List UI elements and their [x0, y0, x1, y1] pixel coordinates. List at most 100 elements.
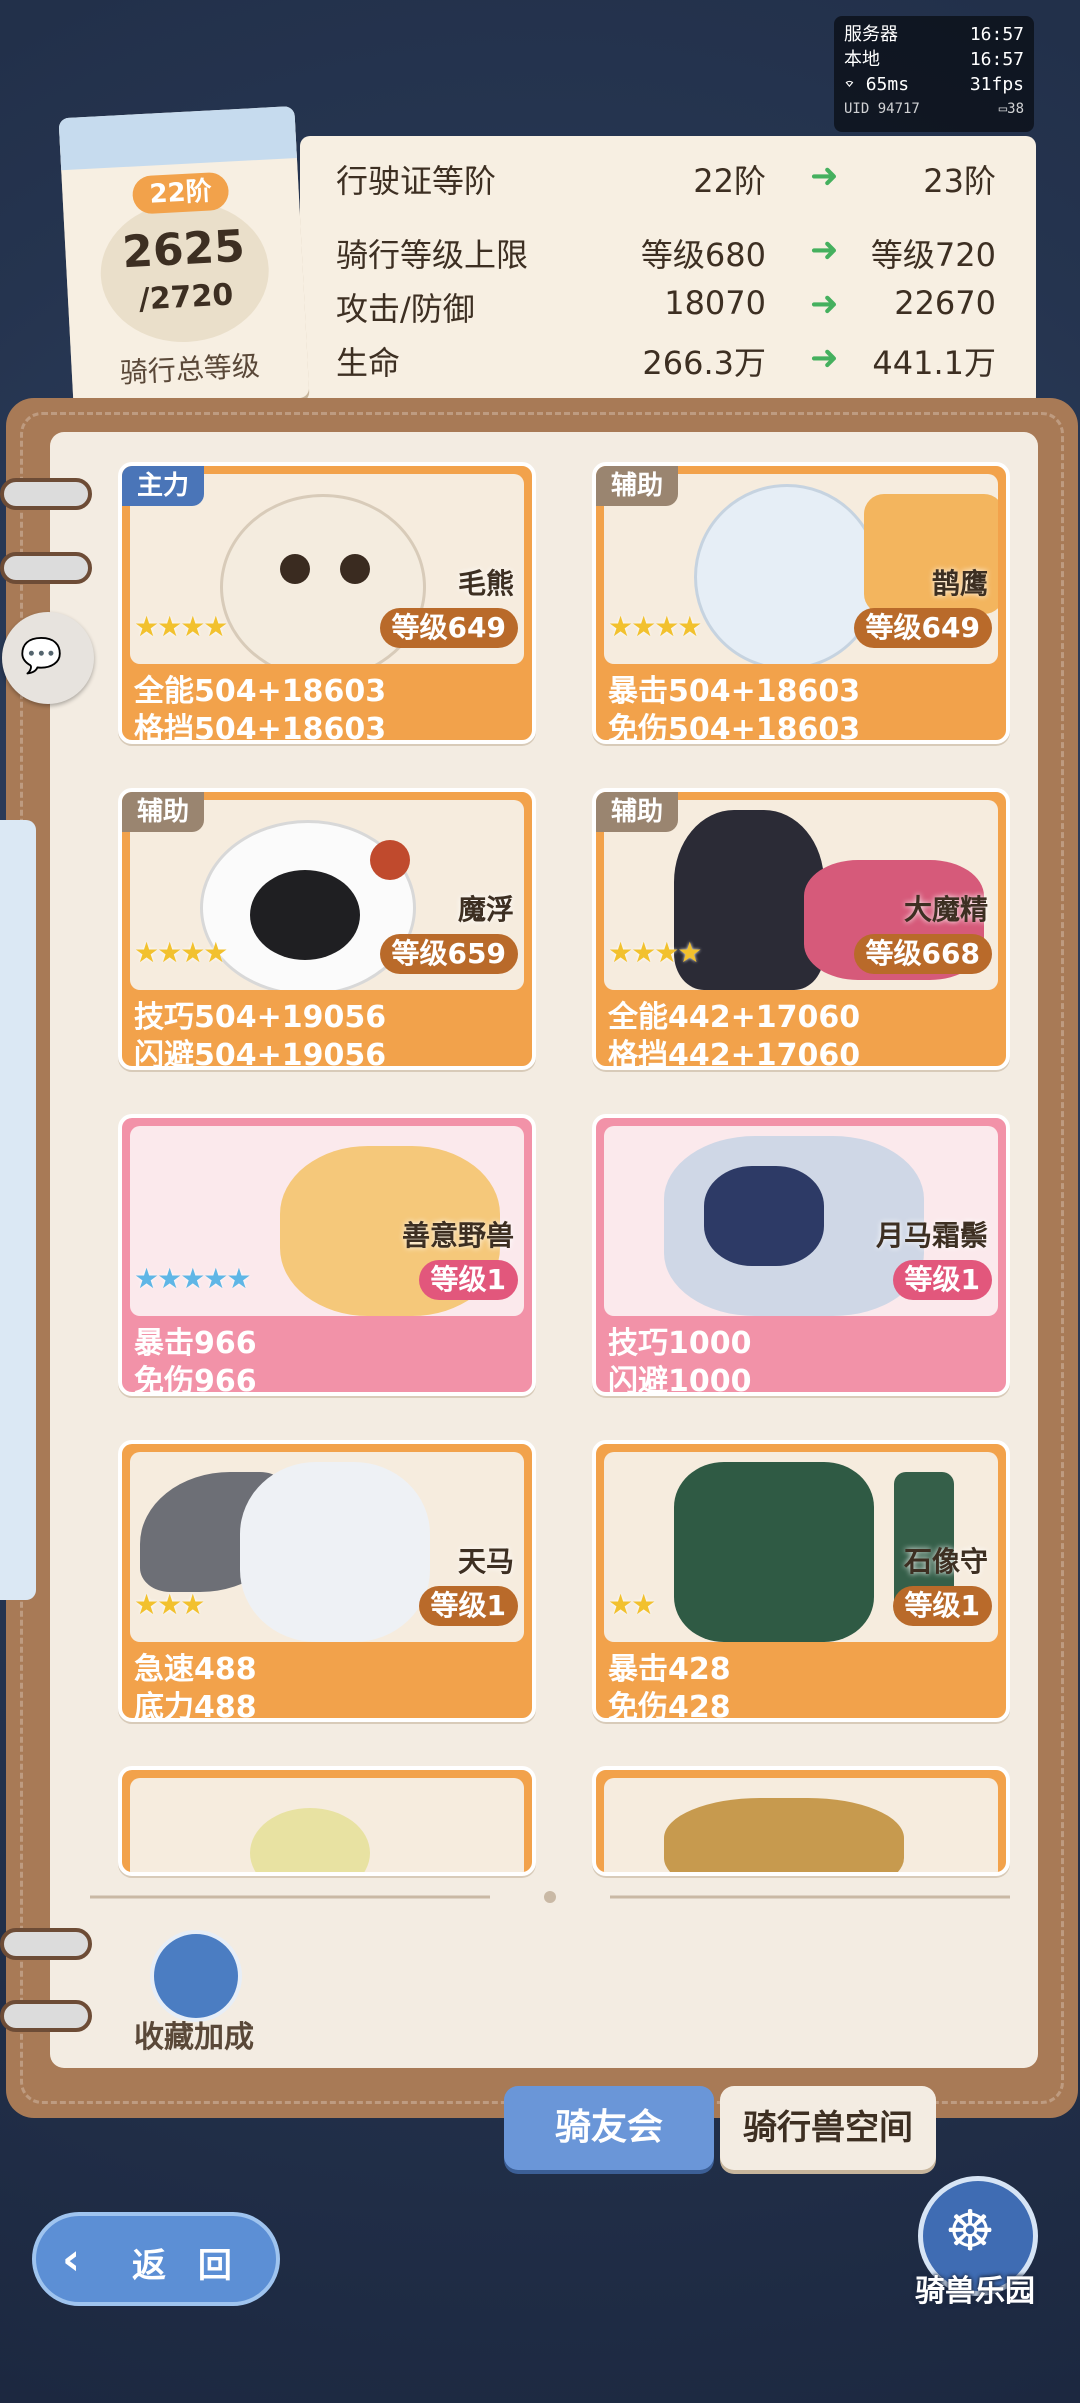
mount-art: [604, 1778, 998, 1872]
star-rating: ★★★★: [134, 936, 228, 969]
arrow-right-icon: ➜: [810, 230, 839, 270]
mount-card[interactable]: 辅助 魔浮 ★★★★ 等级659 技巧504+19056 闪避504+19056: [118, 788, 536, 1070]
back-button[interactable]: ‹ 返 回: [32, 2212, 280, 2306]
role-tag-main: 主力: [122, 466, 204, 506]
star-rating: ★★★★: [608, 610, 702, 643]
stat-name: 行驶证等阶: [336, 162, 497, 200]
collection-bonus-button[interactable]: 收藏加成: [134, 1930, 254, 2055]
stat-current: 18070: [664, 284, 766, 322]
stat-row-hp: 生命 266.3万 ➜ 441.1万: [336, 332, 1026, 382]
fps-value: 31fps: [969, 74, 1024, 95]
stat-next: 等级720: [870, 236, 996, 274]
floater-face: [250, 870, 360, 960]
collection-label: 收藏加成: [134, 2020, 254, 2055]
mount-level-badge: 等级668: [853, 934, 992, 974]
binder-ring: [0, 478, 92, 510]
mount-stat-2: 底力488: [134, 1690, 257, 1722]
stone-guardian-mount-image: [674, 1462, 874, 1642]
arrow-right-icon: ➜: [810, 156, 839, 196]
stat-row-level-cap: 骑行等级上限 等级680 ➜ 等级720: [336, 224, 1026, 274]
leopard-mount-image: [664, 1798, 904, 1872]
mount-card[interactable]: 辅助 大魔精 ★★★★ 等级668 全能442+17060 格挡442+1706…: [592, 788, 1010, 1070]
current-level: 2625: [121, 220, 247, 279]
tier-badge: 22阶: [131, 171, 230, 215]
tab-mount-space[interactable]: 骑行兽空间: [720, 2086, 936, 2170]
back-chevron-icon: ‹: [62, 2234, 81, 2285]
stat-name: 骑行等级上限: [336, 236, 529, 274]
stat-row-license: 行驶证等阶 22阶 ➜ 23阶: [336, 150, 1026, 200]
mount-card[interactable]: 月马霜鬃 等级1 技巧1000 闪避1000: [592, 1114, 1010, 1396]
mount-level-badge: 等级659: [379, 934, 518, 974]
mount-card-partial[interactable]: [592, 1766, 1010, 1876]
mount-name: 石像守: [903, 1545, 988, 1578]
total-level-label: 骑行总等级: [119, 349, 261, 390]
mount-park-button[interactable]: ☸ 骑兽乐园: [900, 2176, 1060, 2316]
total-level-card: 22阶 2625 /2720 骑行总等级: [58, 106, 310, 410]
local-time: 16:57: [969, 49, 1024, 70]
role-tag-assist: 辅助: [596, 466, 678, 506]
mount-card[interactable]: 善意野兽 ★★★★★ 等级1 暴击966 免伤966: [118, 1114, 536, 1396]
mount-level-badge: 等级649: [379, 608, 518, 648]
star-rating: ★★★★★: [134, 1262, 252, 1295]
tab-rider-club[interactable]: 骑友会: [504, 2086, 714, 2170]
mount-name: 毛熊: [457, 567, 514, 600]
uid-value: UID 94717: [844, 101, 920, 117]
mount-name: 月马霜鬃: [875, 1219, 988, 1252]
mount-card[interactable]: 主力 毛熊 ★★★★ 等级649 全能504+18603 格挡504+18603: [118, 462, 536, 744]
ping-value: 65ms: [865, 74, 910, 95]
battery-value: 38: [1007, 101, 1024, 117]
chat-button[interactable]: 💬: [2, 612, 94, 704]
moth-mount-image: [250, 1808, 370, 1872]
mount-stat-2: 免伤504+18603: [608, 712, 861, 744]
mount-card[interactable]: 辅助 鹊鹰 ★★★★ 等级649 暴击504+18603 免伤504+18603: [592, 462, 1010, 744]
mount-stat-2: 闪避504+19056: [134, 1038, 387, 1070]
pegasus-mount-image: [240, 1462, 430, 1642]
upgrade-stats-panel: 行驶证等阶 22阶 ➜ 23阶 骑行等级上限 等级680 ➜ 等级720 攻击/…: [300, 136, 1036, 406]
eagle-mount-image: [694, 484, 880, 664]
mount-card-partial[interactable]: [118, 1766, 536, 1876]
role-tag-assist: 辅助: [596, 792, 678, 832]
star-rating: ★★★★: [608, 936, 702, 969]
side-page-tab: [0, 820, 36, 1600]
mount-level-badge: 等级1: [418, 1260, 518, 1300]
mount-name: 鹊鹰: [931, 567, 988, 600]
stat-current: 266.3万: [642, 344, 766, 382]
stat-row-attack: 攻击/防御 18070 ➜ 22670: [336, 278, 1026, 328]
back-label: 返 回: [132, 2246, 242, 2286]
server-label: 服务器: [844, 24, 898, 45]
battery-icon: ▭38: [998, 101, 1024, 117]
bear-eye: [280, 554, 310, 584]
binder-ring: [0, 2000, 92, 2032]
local-label: 本地: [844, 49, 880, 70]
binder-ring: [0, 1928, 92, 1960]
mount-name: 大魔精: [903, 893, 988, 926]
mount-card[interactable]: 天马 ★★★ 等级1 急速488 底力488: [118, 1440, 536, 1722]
mount-stat-2: 免伤966: [134, 1364, 257, 1396]
mount-park-label: 骑兽乐园: [915, 2274, 1035, 2309]
stat-name: 攻击/防御: [336, 290, 475, 328]
chat-icon: 💬: [20, 636, 63, 676]
stat-current: 22阶: [693, 162, 766, 200]
star-rating: ★★: [608, 1588, 656, 1621]
mount-stat-2: 格挡504+18603: [134, 712, 387, 744]
mount-card[interactable]: 石像守 ★★ 等级1 暴击428 免伤428: [592, 1440, 1010, 1722]
server-time: 16:57: [969, 24, 1024, 45]
stat-next: 22670: [894, 284, 996, 322]
arrow-right-icon: ➜: [810, 284, 839, 324]
mount-stat-2: 免伤428: [608, 1690, 731, 1722]
mount-stat-2: 格挡442+17060: [608, 1038, 861, 1070]
mount-level-badge: 等级1: [418, 1586, 518, 1626]
bear-eye: [340, 554, 370, 584]
arrow-right-icon: ➜: [810, 338, 839, 378]
mount-level-badge: 等级1: [892, 1586, 992, 1626]
mount-name: 魔浮: [457, 893, 514, 926]
mount-name: 善意野兽: [401, 1219, 514, 1252]
mount-name: 天马: [457, 1545, 514, 1578]
mount-art: [130, 1778, 524, 1872]
stat-next: 441.1万: [872, 344, 996, 382]
stat-next: 23阶: [923, 162, 996, 200]
stat-current: 等级680: [640, 236, 766, 274]
moon-horse-armor: [704, 1166, 824, 1266]
section-divider: [90, 1891, 1010, 1903]
debug-overlay: 服务器 16:57 本地 16:57 ⌔ 65ms 31fps UID 94717 ▭3…: [834, 16, 1034, 132]
